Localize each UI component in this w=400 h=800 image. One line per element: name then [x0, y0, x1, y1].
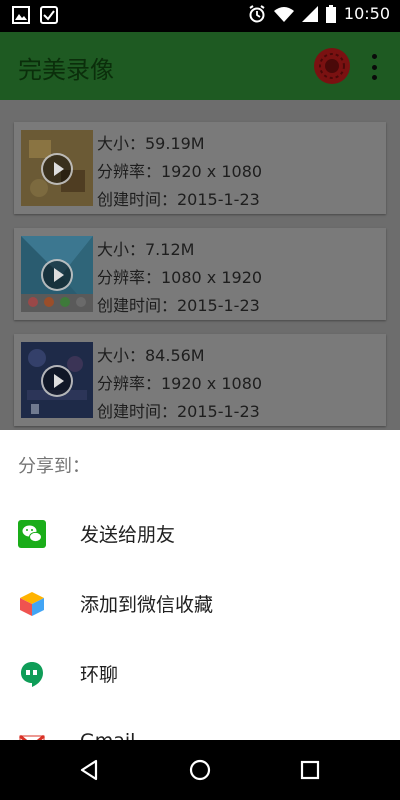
share-option-label: 添加到微信收藏 [80, 594, 214, 616]
signal-icon [301, 5, 318, 22]
share-sheet: 分享到： 发送给朋友 添加到微信收藏 环聊 Gmail [0, 430, 400, 740]
share-option-label: 发送给朋友 [80, 524, 176, 546]
created-time: 创建时间：2015-1-23 [97, 190, 260, 209]
gallery-icon [12, 6, 30, 24]
resolution: 分辨率：1920 x 1080 [97, 162, 263, 181]
resolution: 分辨率：1080 x 1920 [97, 268, 263, 287]
resolution: 分辨率：1920 x 1080 [97, 374, 263, 393]
list-item[interactable]: 大小：59.19M 分辨率：1920 x 1080 创建时间：2015-1-23 [14, 122, 386, 214]
app-title: 完美录像 [18, 56, 114, 84]
list-item[interactable]: 大小：7.12M 分辨率：1080 x 1920 创建时间：2015-1-23 [14, 228, 386, 320]
share-option-wechat-friend[interactable]: 发送给朋友 [0, 500, 400, 570]
navigation-bar [0, 740, 400, 800]
share-option-label: Gmail [80, 730, 135, 740]
share-option-gmail[interactable]: Gmail [0, 710, 400, 740]
task-done-icon [40, 6, 58, 24]
recents-icon[interactable] [298, 758, 322, 782]
share-sheet-title: 分享到： [18, 456, 90, 477]
overflow-menu-icon[interactable] [364, 54, 384, 80]
wifi-icon [273, 6, 294, 22]
back-icon[interactable] [78, 758, 102, 782]
record-button[interactable] [314, 48, 350, 84]
share-option-label: 环聊 [80, 664, 119, 686]
file-size: 大小：7.12M [97, 240, 195, 259]
battery-icon [325, 4, 336, 23]
play-icon [41, 259, 73, 291]
file-size: 大小：84.56M [97, 346, 205, 365]
share-option-hangouts[interactable]: 环聊 [0, 640, 400, 710]
play-icon [41, 365, 73, 397]
recording-list: 大小：59.19M 分辨率：1920 x 1080 创建时间：2015-1-23… [0, 100, 400, 430]
status-bar: 10:50 [0, 0, 400, 32]
video-thumbnail[interactable] [21, 236, 93, 312]
video-thumbnail[interactable] [21, 342, 93, 418]
wechat-icon [18, 520, 46, 548]
created-time: 创建时间：2015-1-23 [97, 296, 260, 315]
gmail-icon [19, 734, 45, 740]
home-icon[interactable] [188, 758, 212, 782]
created-time: 创建时间：2015-1-23 [97, 402, 260, 421]
play-icon [41, 153, 73, 185]
hangouts-icon [21, 662, 43, 687]
app-bar: 完美录像 [0, 32, 400, 100]
share-option-wechat-favorites[interactable]: 添加到微信收藏 [0, 570, 400, 640]
wechat-favorites-icon [20, 592, 44, 616]
video-thumbnail[interactable] [21, 130, 93, 206]
alarm-icon [249, 4, 265, 22]
file-size: 大小：59.19M [97, 134, 205, 153]
list-item[interactable]: 大小：84.56M 分辨率：1920 x 1080 创建时间：2015-1-23 [14, 334, 386, 426]
status-time: 10:50 [343, 4, 390, 23]
record-icon [319, 53, 345, 79]
